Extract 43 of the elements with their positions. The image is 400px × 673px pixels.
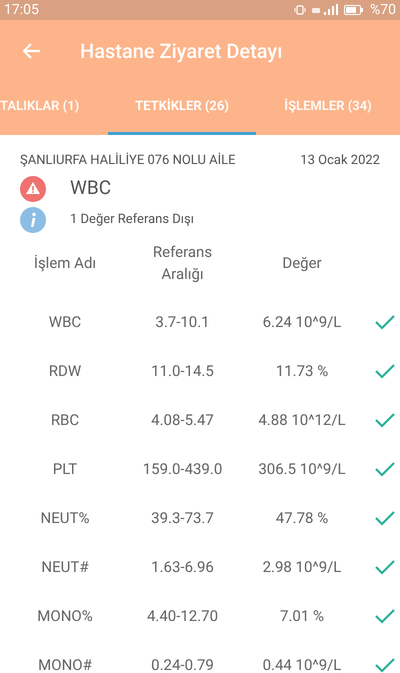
test-value: 306.5 10^9/L (258, 458, 346, 480)
back-arrow-icon (23, 43, 41, 59)
reference-range: 4.40-12.70 (146, 606, 218, 627)
test-value: 6.24 10^9/L (262, 312, 342, 333)
test-name: NEUT% (40, 508, 90, 529)
test-value: 47.78 % (276, 508, 328, 529)
facility-name: ŞANLIURFA HALİLİYE 076 NOLU AİLE (20, 152, 236, 170)
signal-icon (312, 4, 338, 16)
warning-icon (20, 176, 46, 202)
test-name: WBC (48, 312, 82, 333)
vibrate-icon (294, 5, 306, 15)
column-header: Değer (281, 252, 323, 274)
tab[interactable]: TALIKLAR (1) (0, 82, 108, 135)
reference-range: 4.08-5.47 (151, 410, 214, 431)
column-header: İşlem Adı (32, 252, 98, 274)
info-icon (20, 206, 46, 232)
reference-range: 0.24-0.79 (151, 654, 214, 673)
reference-range: 1.63-6.96 (151, 556, 214, 578)
reference-range: 3.7-10.1 (155, 312, 210, 333)
test-name: MONO% (37, 606, 93, 627)
tab[interactable]: İŞLEMLER (34) (256, 82, 400, 135)
info-message: 1 Değer Referans Dışı (70, 210, 194, 229)
test-name: PLT (52, 458, 78, 480)
test-value: 0.44 10^9/L (262, 654, 342, 673)
clock-time: 17:05 (4, 0, 39, 20)
visit-date: 13 Ocak 2022 (300, 152, 380, 170)
test-value: 2.98 10^9/L (262, 556, 342, 578)
battery-level: %70 (370, 0, 396, 20)
test-value: 11.73 % (276, 360, 328, 382)
test-name: RBC (50, 410, 80, 431)
column-header: Referans Aralığı (152, 242, 214, 284)
warning-test-name: WBC (70, 175, 112, 202)
test-value: 4.88 10^12/L (258, 410, 346, 431)
reference-range: 39.3-73.7 (151, 508, 214, 529)
test-name: NEUT# (41, 556, 89, 578)
test-value: 7.01 % (280, 606, 324, 627)
test-name: MONO# (38, 654, 92, 673)
battery-icon (344, 5, 364, 15)
test-name: RDW (48, 360, 82, 382)
reference-range: 11.0-14.5 (151, 360, 214, 382)
screen-title: Hastane Ziyaret Detayı (80, 38, 282, 65)
tab[interactable]: TETKİKLER (26) (108, 82, 256, 135)
reference-range: 159.0-439.0 (142, 458, 222, 480)
